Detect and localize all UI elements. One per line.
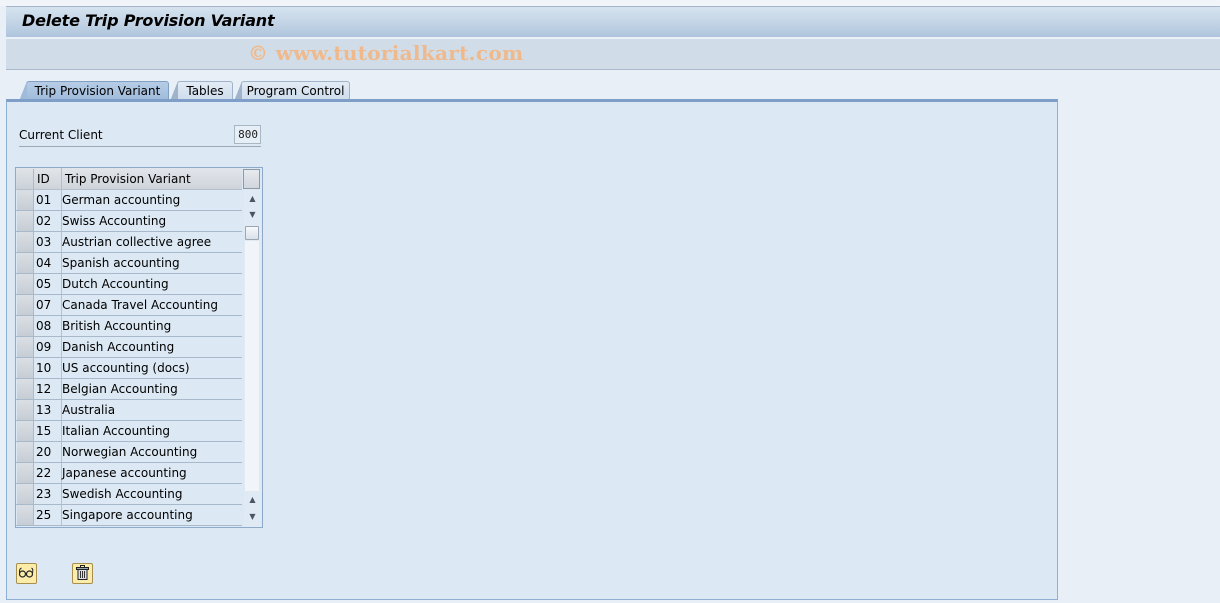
watermark: © www.tutorialkart.com: [248, 41, 524, 65]
table-row[interactable]: 25 Singapore accounting: [16, 505, 242, 526]
table-body: 01 German accounting 02 Swiss Accounting 03 A…: [16, 190, 242, 526]
cell-variant-name: Spanish accounting: [62, 256, 180, 270]
vertical-scrollbar[interactable]: ▲ ▼ ▲ ▼: [244, 190, 261, 527]
cell-id: 15: [36, 424, 52, 438]
cell-id: 02: [36, 214, 52, 228]
cell-variant-name: Australia: [62, 403, 116, 417]
row-selector[interactable]: [17, 421, 34, 441]
tab-program-control[interactable]: Program Control: [234, 81, 350, 101]
cell-id: 25: [36, 508, 52, 522]
table-row[interactable]: 09 Danish Accounting: [16, 337, 242, 358]
table-row[interactable]: 03 Austrian collective agree: [16, 232, 242, 253]
application-toolbar: © www.tutorialkart.com: [6, 38, 1220, 70]
glasses-icon: [18, 566, 35, 582]
cell-id: 07: [36, 298, 52, 312]
cell-variant-name: British Accounting: [62, 319, 172, 333]
row-selector[interactable]: [17, 295, 34, 315]
table-row[interactable]: 05 Dutch Accounting: [16, 274, 242, 295]
table-row[interactable]: 07 Canada Travel Accounting: [16, 295, 242, 316]
select-all-button[interactable]: [17, 169, 34, 189]
table-row[interactable]: 12 Belgian Accounting: [16, 379, 242, 400]
cell-id: 12: [36, 382, 52, 396]
page-title: Delete Trip Provision Variant: [22, 11, 275, 30]
cell-id: 22: [36, 466, 52, 480]
scrollbar-thumb[interactable]: [245, 226, 259, 240]
table-row[interactable]: 20 Norwegian Accounting: [16, 442, 242, 463]
scrollbar-track[interactable]: [245, 241, 259, 491]
table-row[interactable]: 04 Spanish accounting: [16, 253, 242, 274]
cell-variant-name: Singapore accounting: [62, 508, 193, 522]
row-selector[interactable]: [17, 337, 34, 357]
row-selector[interactable]: [17, 316, 34, 336]
scroll-down-icon[interactable]: ▼: [246, 208, 259, 222]
current-client-field[interactable]: 800: [234, 125, 261, 144]
cell-id: 05: [36, 277, 52, 291]
table-row[interactable]: 02 Swiss Accounting: [16, 211, 242, 232]
row-selector[interactable]: [17, 274, 34, 294]
cell-variant-name: Danish Accounting: [62, 340, 175, 354]
table-row[interactable]: 15 Italian Accounting: [16, 421, 242, 442]
table-settings-button[interactable]: [243, 169, 260, 189]
scroll-up-icon[interactable]: ▲: [246, 192, 259, 206]
cell-id: 20: [36, 445, 52, 459]
table-row[interactable]: 23 Swedish Accounting: [16, 484, 242, 505]
row-selector[interactable]: [17, 442, 34, 462]
cell-variant-name: Austrian collective agree: [62, 235, 212, 249]
table-row[interactable]: 10 US accounting (docs): [16, 358, 242, 379]
table-header: ID Trip Provision Variant: [16, 168, 242, 190]
cell-id: 09: [36, 340, 52, 354]
cell-variant-name: Norwegian Accounting: [62, 445, 198, 459]
cell-variant-name: Italian Accounting: [62, 424, 171, 438]
table-row[interactable]: 08 British Accounting: [16, 316, 242, 337]
delete-button[interactable]: [72, 563, 93, 584]
current-client-label: Current Client: [19, 128, 103, 142]
display-button[interactable]: [16, 563, 37, 584]
cell-id: 13: [36, 403, 52, 417]
row-selector[interactable]: [17, 505, 34, 525]
cell-variant-name: Swedish Accounting: [62, 487, 183, 501]
cell-variant-name: Dutch Accounting: [62, 277, 169, 291]
row-selector[interactable]: [17, 358, 34, 378]
row-selector[interactable]: [17, 253, 34, 273]
cell-id: 03: [36, 235, 52, 249]
row-selector[interactable]: [17, 190, 34, 210]
cell-variant-name: Japanese accounting: [62, 466, 187, 480]
scroll-page-down-icon[interactable]: ▼: [246, 510, 259, 524]
cell-variant-name: US accounting (docs): [62, 361, 190, 375]
title-bar: Delete Trip Provision Variant: [6, 6, 1220, 37]
row-selector[interactable]: [17, 400, 34, 420]
cell-id: 01: [36, 193, 52, 207]
tab-tables[interactable]: Tables: [170, 81, 233, 101]
table-row[interactable]: 01 German accounting: [16, 190, 242, 211]
tab-trip-provision-variant[interactable]: Trip Provision Variant: [19, 81, 169, 101]
cell-variant-name: Belgian Accounting: [62, 382, 178, 396]
column-header-id[interactable]: ID: [37, 172, 50, 186]
table-row[interactable]: 22 Japanese accounting: [16, 463, 242, 484]
cell-id: 23: [36, 487, 52, 501]
cell-variant-name: Swiss Accounting: [62, 214, 167, 228]
current-client-row: Current Client 800: [19, 125, 261, 147]
table-row[interactable]: 13 Australia: [16, 400, 242, 421]
row-selector[interactable]: [17, 379, 34, 399]
scroll-page-up-icon[interactable]: ▲: [246, 493, 259, 507]
cell-id: 10: [36, 361, 52, 375]
cell-id: 08: [36, 319, 52, 333]
row-selector[interactable]: [17, 463, 34, 483]
trash-icon: [76, 564, 89, 583]
cell-variant-name: German accounting: [62, 193, 181, 207]
column-separator[interactable]: [61, 168, 62, 190]
cell-variant-name: Canada Travel Accounting: [62, 298, 218, 312]
variant-table: ID Trip Provision Variant 01 German accou…: [15, 167, 263, 528]
row-selector[interactable]: [17, 211, 34, 231]
tab-panel: Current Client 800 ID Trip Provision Var…: [6, 99, 1058, 600]
row-selector[interactable]: [17, 232, 34, 252]
column-header-variant[interactable]: Trip Provision Variant: [65, 172, 191, 186]
row-selector[interactable]: [17, 484, 34, 504]
cell-id: 04: [36, 256, 52, 270]
